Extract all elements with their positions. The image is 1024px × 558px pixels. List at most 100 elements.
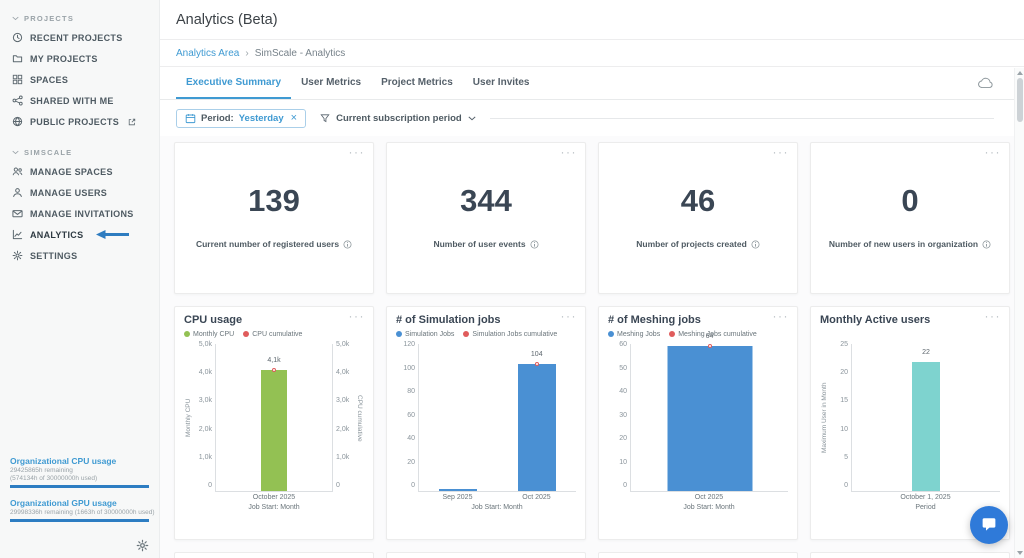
bar-oct-2025[interactable]	[667, 346, 752, 491]
legend-dot	[669, 331, 675, 337]
bar-sep-2025[interactable]	[439, 489, 477, 491]
card-menu-icon[interactable]: ···	[561, 145, 578, 159]
kpi-label-text: Number of projects created	[636, 239, 747, 249]
card-menu-icon[interactable]: ···	[985, 309, 1002, 323]
mail-icon	[12, 208, 23, 219]
tab-user-invites[interactable]: User Invites	[463, 67, 540, 99]
kpi-value: 344	[460, 183, 512, 219]
sidebar-item-manage-invitations[interactable]: MANAGE INVITATIONS	[0, 203, 159, 224]
info-icon[interactable]	[530, 240, 539, 249]
legend-item-meshing-jobs[interactable]: Meshing Jobs	[608, 331, 660, 338]
legend-label: CPU cumulative	[252, 331, 302, 338]
scroll-down-arrow[interactable]	[1017, 551, 1023, 555]
chart-card-partial: ···	[810, 552, 1010, 558]
y2-axis-ticks: 5,0k4,0k3,0k2,0k1,0k0	[333, 341, 355, 489]
sidebar-section-simscale[interactable]: SIMSCALE	[0, 142, 159, 161]
breadcrumb-link[interactable]: Analytics Area	[176, 48, 239, 59]
section-label: SIMSCALE	[24, 148, 72, 157]
tab-executive-summary[interactable]: Executive Summary	[176, 67, 291, 99]
tab-user-metrics[interactable]: User Metrics	[291, 67, 371, 99]
usage-title[interactable]: Organizational GPU usage	[10, 498, 149, 508]
y-tick-label: 15	[829, 397, 848, 404]
sidebar-item-shared-with-me[interactable]: SHARED WITH ME	[0, 90, 159, 111]
card-menu-icon[interactable]: ···	[773, 145, 790, 159]
x-tick-label: October 2025	[215, 494, 333, 501]
legend-item-simulation-jobs-cumulative[interactable]: Simulation Jobs cumulative	[463, 331, 557, 338]
bar-october-2025[interactable]	[261, 370, 287, 491]
chip-close-icon[interactable]: ×	[291, 113, 297, 124]
y-tick-label: 40	[396, 435, 415, 442]
partial-chart-row: ············	[174, 552, 1010, 558]
sidebar-section-projects[interactable]: PROJECTS	[0, 8, 159, 27]
chart-card-of-simulation-jobs: ···# of Simulation jobs Simulation Jobs Si…	[386, 306, 586, 540]
gear-icon	[12, 250, 23, 261]
chart-legend: Meshing JobsMeshing Jobs cumulative	[608, 329, 788, 339]
chart-legend: Monthly CPU CPU cumulative	[184, 329, 364, 339]
usage-title[interactable]: Organizational CPU usage	[10, 456, 149, 466]
plot-area: 4,1k	[215, 344, 333, 492]
breadcrumb-current: SimScale - Analytics	[255, 48, 346, 59]
scroll-thumb[interactable]	[1017, 78, 1023, 122]
y-axis-ticks: 2520151050	[829, 341, 851, 489]
sidebar-item-label: PUBLIC PROJECTS	[30, 117, 119, 127]
legend-item-simulation-jobs[interactable]: Simulation Jobs	[396, 331, 454, 338]
info-icon[interactable]	[751, 240, 760, 249]
cloud-icon[interactable]	[978, 77, 994, 89]
category-cell: 4,1k	[216, 344, 332, 491]
chat-bubble-button[interactable]	[970, 506, 1008, 544]
scroll-up-arrow[interactable]	[1017, 71, 1023, 75]
usage-progress-bar	[10, 519, 149, 522]
bar-october-1-2025[interactable]	[912, 362, 940, 491]
sidebar-item-public-projects[interactable]: PUBLIC PROJECTS	[0, 111, 159, 132]
usage-line: 29425865h remaining	[10, 467, 149, 474]
chart-title: Monthly Active users	[820, 314, 1000, 326]
card-menu-icon[interactable]: ···	[349, 145, 366, 159]
bar-oct-2025[interactable]	[518, 364, 556, 491]
chart-body: Maximum User in Month252015105022October…	[820, 344, 1000, 511]
x-tick-label: Oct 2025	[497, 494, 576, 501]
info-icon[interactable]	[343, 240, 352, 249]
sidebar-item-manage-spaces[interactable]: MANAGE SPACES	[0, 161, 159, 182]
sidebar: PROJECTSRECENT PROJECTSMY PROJECTS SPACES…	[0, 0, 160, 558]
sidebar-item-settings[interactable]: SETTINGS	[0, 245, 159, 266]
kpi-card-current-number-of-registered-users: ···139Current number of registered users	[174, 142, 374, 294]
bar-value-label: 64	[706, 333, 714, 340]
card-menu-icon[interactable]: ···	[773, 309, 790, 323]
kpi-label-text: Number of new users in organization	[829, 239, 978, 249]
cumulative-point	[708, 344, 712, 348]
y-tick-label: 3,0k	[336, 397, 355, 404]
chart-title: # of Simulation jobs	[396, 314, 576, 326]
chart-card-partial: ···	[386, 552, 586, 558]
card-menu-icon[interactable]: ···	[561, 309, 578, 323]
sidebar-item-my-projects[interactable]: MY PROJECTS	[0, 48, 159, 69]
card-menu-icon[interactable]: ···	[349, 309, 366, 323]
period-filter-chip[interactable]: Period: Yesterday ×	[176, 109, 306, 128]
chevron-down-icon	[468, 116, 476, 121]
card-menu-icon[interactable]: ···	[985, 145, 1002, 159]
legend-item-monthly-cpu[interactable]: Monthly CPU	[184, 331, 234, 338]
sidebar-item-recent-projects[interactable]: RECENT PROJECTS	[0, 27, 159, 48]
legend-item-cpu-cumulative[interactable]: CPU cumulative	[243, 331, 302, 338]
legend-dot	[463, 331, 469, 337]
x-axis-ticks: October 2025	[215, 494, 333, 501]
subscription-filter-dropdown[interactable]: Current subscription period	[320, 113, 476, 124]
kpi-label-text: Current number of registered users	[196, 239, 339, 249]
y-axis-title: Maximum User in Month	[820, 344, 829, 492]
sidebar-item-analytics[interactable]: ANALYTICS	[0, 224, 159, 245]
sidebar-item-label: SETTINGS	[30, 251, 77, 261]
kpi-label-text: Number of user events	[433, 239, 525, 249]
tab-project-metrics[interactable]: Project Metrics	[371, 67, 463, 99]
kpi-row: ···139Current number of registered users…	[174, 142, 1010, 294]
cumulative-point	[535, 362, 539, 366]
sidebar-item-manage-users[interactable]: MANAGE USERS	[0, 182, 159, 203]
sidebar-item-label: SPACES	[30, 75, 68, 85]
scrollbar[interactable]	[1014, 68, 1024, 558]
info-icon[interactable]	[982, 240, 991, 249]
y-tick-label: 5	[829, 454, 848, 461]
settings-gear-icon[interactable]	[136, 539, 149, 552]
y-tick-label: 100	[396, 365, 415, 372]
tabs-bar: Executive SummaryUser MetricsProject Met…	[160, 67, 1024, 100]
sidebar-item-spaces[interactable]: SPACES	[0, 69, 159, 90]
category-cell	[419, 344, 498, 491]
y-tick-label: 2,0k	[193, 426, 212, 433]
